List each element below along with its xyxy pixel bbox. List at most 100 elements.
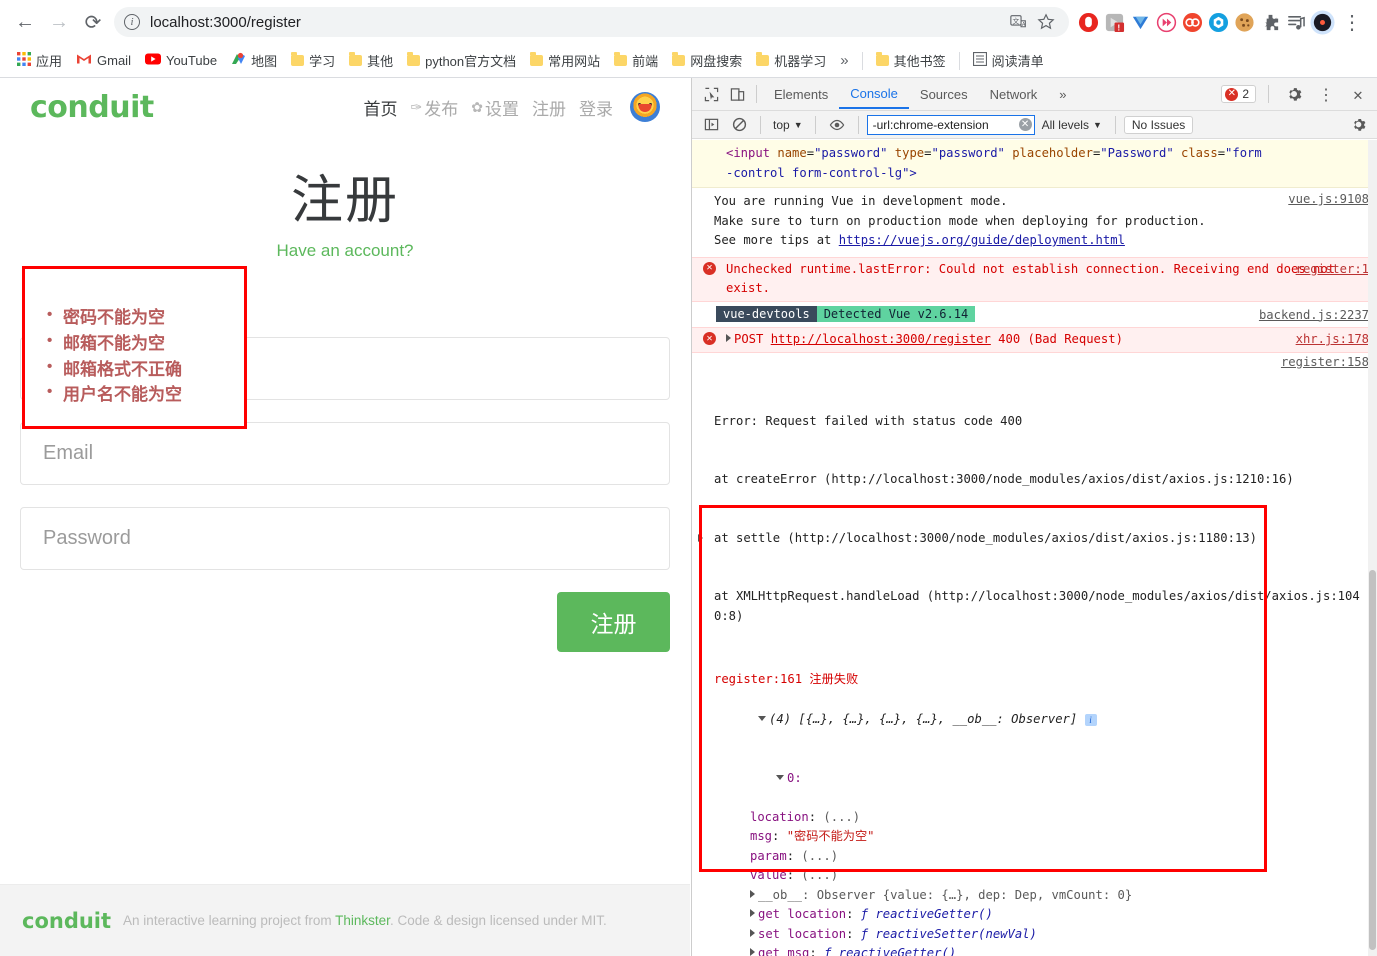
- source-link[interactable]: vue.js:9108: [1288, 190, 1369, 210]
- gear-icon[interactable]: [1345, 112, 1371, 138]
- expand-triangle-icon[interactable]: [750, 929, 755, 937]
- info-badge-icon[interactable]: i: [1085, 714, 1097, 726]
- tab-elements[interactable]: Elements: [763, 80, 839, 108]
- bookmark-folder-python[interactable]: python官方文档: [400, 48, 523, 73]
- have-account-link[interactable]: Have an account?: [0, 241, 690, 261]
- console-filter-input[interactable]: -url:chrome-extension ✕: [867, 115, 1035, 135]
- stack-line-expandable[interactable]: at settle (http://localhost:3000/node_mo…: [714, 529, 1364, 549]
- clear-input-icon[interactable]: ✕: [1019, 118, 1032, 131]
- console-messages: <input name="password" type="password" p…: [692, 140, 1377, 956]
- bookmark-folder-common-sites[interactable]: 常用网站: [523, 48, 607, 73]
- tab-console[interactable]: Console: [839, 79, 909, 109]
- collapse-triangle-icon[interactable]: [758, 716, 766, 721]
- playlist-icon[interactable]: [1283, 9, 1309, 35]
- tab-sources[interactable]: Sources: [909, 80, 979, 108]
- fastforward-icon[interactable]: [1153, 9, 1179, 35]
- three-dot-menu-icon[interactable]: ⋮: [1335, 5, 1369, 39]
- bookmark-apps[interactable]: 应用: [10, 48, 69, 73]
- nav-link-new-post[interactable]: ✑发布: [411, 95, 459, 120]
- accessor-row[interactable]: get location: ƒ reactiveGetter(): [692, 905, 1377, 925]
- live-expression-eye-icon[interactable]: [824, 112, 850, 138]
- source-link[interactable]: register:161: [714, 672, 802, 686]
- vue-deployment-link[interactable]: https://vuejs.org/guide/deployment.html: [839, 233, 1125, 247]
- prop-value[interactable]: (...): [801, 868, 838, 882]
- infinity-icon[interactable]: [1179, 9, 1205, 35]
- bookmark-folder-other[interactable]: 其他: [342, 48, 400, 73]
- bookmark-folder-frontend[interactable]: 前端: [607, 48, 665, 73]
- bookmark-folder-study[interactable]: 学习: [284, 48, 342, 73]
- close-icon[interactable]: ✕: [1345, 81, 1371, 107]
- footer-brand[interactable]: conduit: [22, 909, 111, 933]
- back-arrow-icon[interactable]: ←: [8, 5, 42, 39]
- context-selector[interactable]: top ▼: [769, 116, 807, 134]
- source-link[interactable]: register:158: [1281, 353, 1369, 373]
- bookmark-gmail[interactable]: Gmail: [69, 50, 138, 71]
- source-link[interactable]: backend.js:2237: [1259, 306, 1369, 326]
- html-snippet-line2: -control form-control-lg">: [726, 166, 917, 180]
- profile-avatar-icon[interactable]: [1309, 9, 1335, 35]
- console-html-snippet[interactable]: <input name="password" type="password" p…: [692, 140, 1377, 188]
- expand-triangle-icon[interactable]: [750, 948, 755, 956]
- array-header-row[interactable]: (4) [{…}, {…}, {…}, {…}, __ob__: Observe…: [692, 691, 1377, 750]
- address-bar[interactable]: i localhost:3000/register 文A: [114, 7, 1069, 37]
- post-url[interactable]: http://localhost:3000/register: [771, 332, 991, 346]
- device-toolbar-icon[interactable]: [724, 81, 750, 107]
- bookmark-maps[interactable]: 地图: [224, 48, 284, 73]
- signup-button[interactable]: 注册: [557, 592, 670, 652]
- info-circle-icon[interactable]: i: [124, 14, 140, 30]
- hexagon-icon[interactable]: [1205, 9, 1231, 35]
- collapse-triangle-icon[interactable]: [776, 775, 784, 780]
- three-dot-menu-icon[interactable]: ⋮: [1313, 81, 1339, 107]
- bookmark-label: 前端: [632, 51, 658, 70]
- cookie-icon[interactable]: [1231, 9, 1257, 35]
- source-link[interactable]: xhr.js:178: [1296, 330, 1369, 350]
- array-index-0-row[interactable]: 0:: [692, 749, 1377, 808]
- inspect-cursor-icon[interactable]: [698, 81, 724, 107]
- avatar[interactable]: [630, 92, 660, 122]
- thinkster-link[interactable]: Thinkster: [335, 913, 390, 928]
- error-count-badge[interactable]: ✕ 2: [1221, 85, 1256, 103]
- bookmark-folder-netdisk[interactable]: 网盘搜索: [665, 48, 749, 73]
- forward-arrow-icon[interactable]: →: [42, 5, 76, 39]
- prop-value[interactable]: (...): [823, 810, 860, 824]
- prop-value[interactable]: (...): [801, 849, 838, 863]
- adblock-icon[interactable]: [1075, 9, 1101, 35]
- footer-text-before: An interactive learning project from: [123, 913, 335, 928]
- nav-link-register[interactable]: 注册: [532, 95, 566, 120]
- expand-triangle-icon[interactable]: [750, 909, 755, 917]
- clear-console-icon[interactable]: [726, 112, 752, 138]
- nav-link-login[interactable]: 登录: [579, 95, 613, 120]
- expand-triangle-icon[interactable]: [750, 890, 755, 898]
- ob-observer-row[interactable]: __ob__: Observer {value: {…}, dep: Dep, …: [692, 886, 1377, 906]
- console-scrollbar[interactable]: [1368, 140, 1377, 956]
- bookmark-star-icon[interactable]: [1033, 9, 1059, 35]
- issues-button[interactable]: No Issues: [1124, 116, 1193, 134]
- expand-triangle-icon[interactable]: [726, 334, 731, 342]
- tampermonkey-icon[interactable]: !: [1101, 9, 1127, 35]
- bookmark-other-bookmarks[interactable]: 其他书签: [869, 48, 953, 73]
- reload-icon[interactable]: ⟳: [76, 5, 110, 39]
- console-sidebar-icon[interactable]: [698, 112, 724, 138]
- folder-icon: [756, 55, 769, 66]
- expand-triangle-icon[interactable]: [698, 534, 703, 542]
- bookmark-youtube[interactable]: YouTube: [138, 50, 224, 71]
- vimium-icon[interactable]: [1127, 9, 1153, 35]
- site-brand[interactable]: conduit: [30, 90, 154, 125]
- password-input[interactable]: Password: [20, 507, 670, 570]
- scrollbar-thumb[interactable]: [1369, 570, 1376, 950]
- tabs-overflow-button[interactable]: »: [1048, 80, 1077, 108]
- tab-network[interactable]: Network: [979, 80, 1049, 108]
- gear-icon[interactable]: [1281, 81, 1307, 107]
- puzzle-icon[interactable]: [1257, 9, 1283, 35]
- nav-link-settings[interactable]: ✿设置: [471, 95, 519, 120]
- accessor-row[interactable]: set location: ƒ reactiveSetter(newVal): [692, 925, 1377, 945]
- nav-link-home[interactable]: 首页: [364, 95, 398, 120]
- accessor-row[interactable]: get msg: ƒ reactiveGetter(): [692, 944, 1377, 956]
- source-link[interactable]: register:1: [1296, 260, 1369, 280]
- log-level-selector[interactable]: All levels ▼: [1037, 116, 1107, 134]
- email-input[interactable]: Email: [20, 422, 670, 485]
- translate-icon[interactable]: 文A: [1005, 9, 1031, 35]
- bookmarks-overflow-button[interactable]: »: [833, 49, 855, 72]
- bookmark-reading-list[interactable]: 阅读清单: [966, 48, 1051, 73]
- bookmark-folder-ml[interactable]: 机器学习: [749, 48, 833, 73]
